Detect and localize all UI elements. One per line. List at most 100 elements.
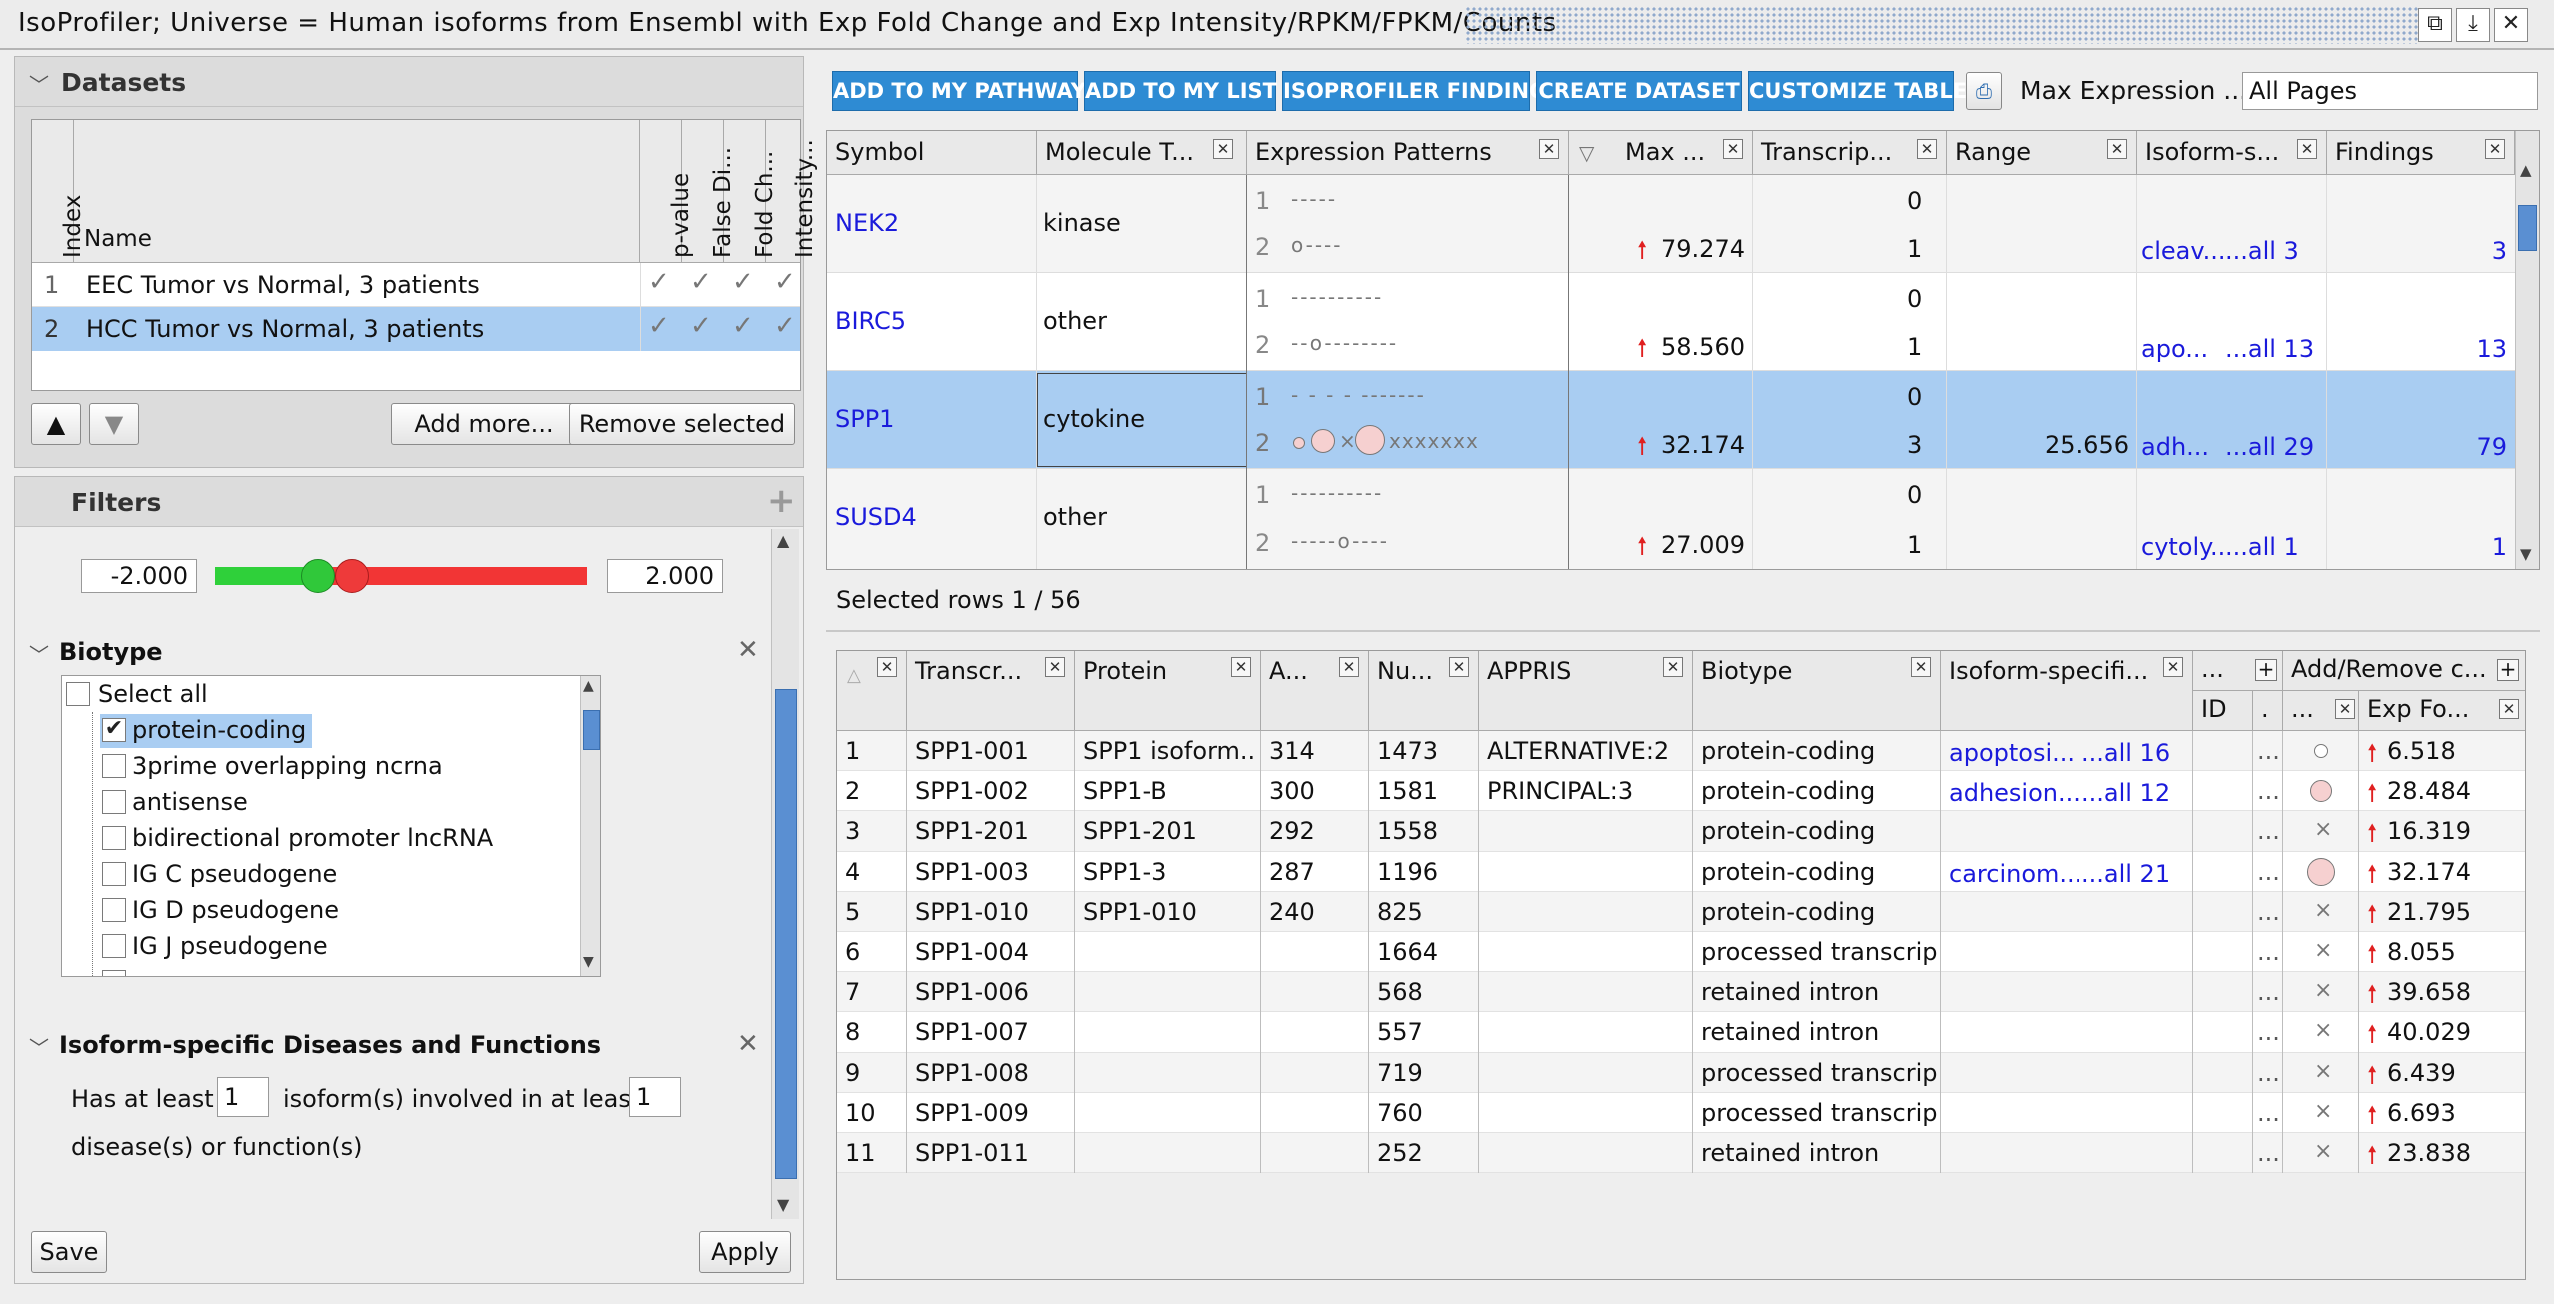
restore-icon[interactable]: ⧉ — [2418, 8, 2452, 42]
filters-scrollbar[interactable]: ▲ ▼ — [771, 529, 799, 1219]
create-dataset-button[interactable]: CREATE DATASET — [1536, 71, 1742, 111]
biotype-checkbox[interactable] — [102, 862, 126, 886]
gene-symbol-link[interactable]: NEK2 — [835, 209, 899, 237]
splitter[interactable] — [826, 630, 2540, 632]
findings-link[interactable]: 79 — [2327, 433, 2507, 461]
isoform-link[interactable]: apoptosi... — [1949, 739, 2079, 767]
isoform-all-link[interactable]: ...all 13 — [2225, 335, 2314, 363]
biotype-checkbox[interactable] — [102, 934, 126, 958]
move-down-button[interactable]: ▼ — [89, 403, 139, 445]
col-pvalue-header[interactable]: p-value — [640, 120, 694, 263]
col-name-header[interactable]: Name — [74, 120, 640, 263]
remove-column-icon[interactable]: ✕ — [1723, 139, 1743, 159]
scroll-up-icon[interactable]: ▲ — [2520, 161, 2532, 179]
apply-button[interactable]: Apply — [699, 1231, 791, 1273]
min-diseases-input[interactable]: 1 — [629, 1077, 681, 1117]
isoform-link[interactable]: apo... — [2141, 335, 2225, 363]
col-dot-header[interactable]: . — [2253, 691, 2283, 731]
col-foldchange-header[interactable]: Fold Ch... — [724, 120, 778, 263]
isoform-link[interactable]: cytoly... — [2141, 533, 2225, 561]
export-icon[interactable]: ⎙ — [1966, 72, 2002, 110]
scroll-down-icon[interactable]: ▼ — [583, 954, 594, 970]
remove-column-icon[interactable]: ✕ — [2297, 139, 2317, 159]
remove-column-icon[interactable]: ✕ — [1539, 139, 1559, 159]
close-icon[interactable]: ✕ — [737, 635, 759, 665]
remove-column-icon[interactable]: ✕ — [1449, 657, 1469, 677]
col-biotype-header[interactable]: Biotype — [1693, 651, 1941, 731]
col-expression-patterns-header[interactable]: Expression Patterns — [1247, 131, 1569, 175]
close-icon[interactable]: ✕ — [737, 1029, 759, 1059]
col-appris-header[interactable]: APPRIS — [1479, 651, 1693, 731]
slider-min-handle[interactable] — [301, 559, 335, 593]
dataset-row[interactable]: 1 EEC Tumor vs Normal, 3 patients ✓ ✓ ✓ … — [32, 263, 800, 307]
select-all-checkbox[interactable] — [66, 682, 90, 706]
col-fdr-header[interactable]: False Di... — [682, 120, 736, 263]
scroll-up-icon[interactable]: ▲ — [583, 678, 594, 694]
col-index-header[interactable]: Index — [32, 120, 86, 263]
remove-column-icon[interactable]: ✕ — [2163, 657, 2183, 677]
add-to-my-list-button[interactable]: ADD TO MY LIST — [1084, 71, 1277, 111]
isoform-link[interactable]: adh... — [2141, 433, 2225, 461]
protein-coding-checkbox[interactable]: ✔ — [102, 718, 126, 742]
remove-column-icon[interactable]: ✕ — [1911, 657, 1931, 677]
remove-column-icon[interactable]: ✕ — [1045, 657, 1065, 677]
biotype-checkbox[interactable] — [102, 790, 126, 814]
save-button[interactable]: Save — [31, 1231, 107, 1273]
col-id-header[interactable]: ID — [2193, 691, 2253, 731]
scroll-thumb[interactable] — [775, 689, 797, 1179]
minimize-icon[interactable]: ⤓ — [2456, 8, 2490, 42]
isoform-all-link[interactable]: ...all 29 — [2225, 433, 2314, 461]
slider-max-handle[interactable] — [335, 559, 369, 593]
isoprofiler-findings-button[interactable]: ISOPROFILER FINDINGS — [1282, 71, 1562, 111]
sort-asc-icon[interactable]: △ — [847, 665, 861, 686]
findings-link[interactable]: 1 — [2327, 533, 2507, 561]
remove-selected-button[interactable]: Remove selected — [569, 403, 795, 445]
move-up-button[interactable]: ▲ — [31, 403, 81, 445]
remove-column-icon[interactable]: ✕ — [1663, 657, 1683, 677]
remove-column-icon[interactable]: ✕ — [2485, 139, 2505, 159]
remove-column-icon[interactable]: ✕ — [1231, 657, 1251, 677]
gene-symbol-link[interactable]: SUSD4 — [835, 503, 917, 531]
isoform-all-link[interactable]: ...all 12 — [2081, 779, 2189, 807]
remove-column-icon[interactable]: ✕ — [877, 657, 897, 677]
isoform-link[interactable]: cleav... — [2141, 237, 2225, 265]
dataset-row[interactable]: 2 HCC Tumor vs Normal, 3 patients ✓ ✓ ✓ … — [32, 307, 800, 351]
isoform-all-link[interactable]: ...all 21 — [2081, 860, 2189, 888]
chevron-down-icon[interactable]: ﹀ — [29, 1032, 49, 1061]
chevron-down-icon[interactable]: ﹀ — [29, 639, 49, 668]
min-isoforms-input[interactable]: 1 — [217, 1077, 269, 1117]
gene-symbol-link[interactable]: BIRC5 — [835, 307, 906, 335]
add-to-my-pathway-button[interactable]: ADD TO MY PATHWAY — [832, 71, 1086, 111]
sort-desc-icon[interactable]: ▽ — [1579, 141, 1594, 165]
isoform-link[interactable]: adhesion... — [1949, 779, 2079, 807]
col-intensity-header[interactable]: Intensity... — [766, 120, 818, 263]
biotype-checkbox[interactable] — [102, 826, 126, 850]
scroll-down-icon[interactable]: ▼ — [777, 1195, 789, 1214]
customize-table-button[interactable]: CUSTOMIZE TABLE — [1748, 71, 1967, 111]
biotype-checkbox[interactable] — [102, 754, 126, 778]
remove-column-icon[interactable]: ✕ — [2107, 139, 2127, 159]
add-more-button[interactable]: Add more... — [391, 403, 577, 445]
col-isoform-header[interactable]: Isoform-specifi... — [1941, 651, 2193, 731]
remove-column-icon[interactable]: ✕ — [1213, 139, 1233, 159]
findings-link[interactable]: 13 — [2327, 335, 2507, 363]
scroll-thumb[interactable] — [583, 710, 600, 750]
range-min-input[interactable]: -2.000 — [81, 559, 197, 593]
range-max-input[interactable]: 2.000 — [607, 559, 723, 593]
isoform-all-link[interactable]: ...all 16 — [2081, 739, 2189, 767]
isoform-link[interactable]: carcinom... — [1949, 860, 2079, 888]
pages-select[interactable]: All Pages — [2242, 72, 2538, 110]
remove-column-icon[interactable]: ✕ — [1917, 139, 1937, 159]
expand-icon[interactable]: + — [2255, 659, 2277, 681]
findings-link[interactable]: 3 — [2327, 237, 2507, 265]
datasets-header[interactable]: ﹀ Datasets — [15, 57, 803, 107]
isoform-all-link[interactable]: ...all 3 — [2225, 237, 2299, 265]
gene-table-scrollbar[interactable]: ▲ ▼ — [2515, 131, 2539, 569]
remove-column-icon[interactable]: ✕ — [2499, 699, 2519, 719]
gene-symbol-link[interactable]: SPP1 — [835, 405, 894, 433]
col-symbol-header[interactable]: Symbol — [827, 131, 1037, 175]
scroll-up-icon[interactable]: ▲ — [777, 531, 789, 550]
remove-column-icon[interactable]: ✕ — [1339, 657, 1359, 677]
scroll-thumb[interactable] — [2518, 205, 2537, 251]
scroll-down-icon[interactable]: ▼ — [2520, 545, 2532, 563]
